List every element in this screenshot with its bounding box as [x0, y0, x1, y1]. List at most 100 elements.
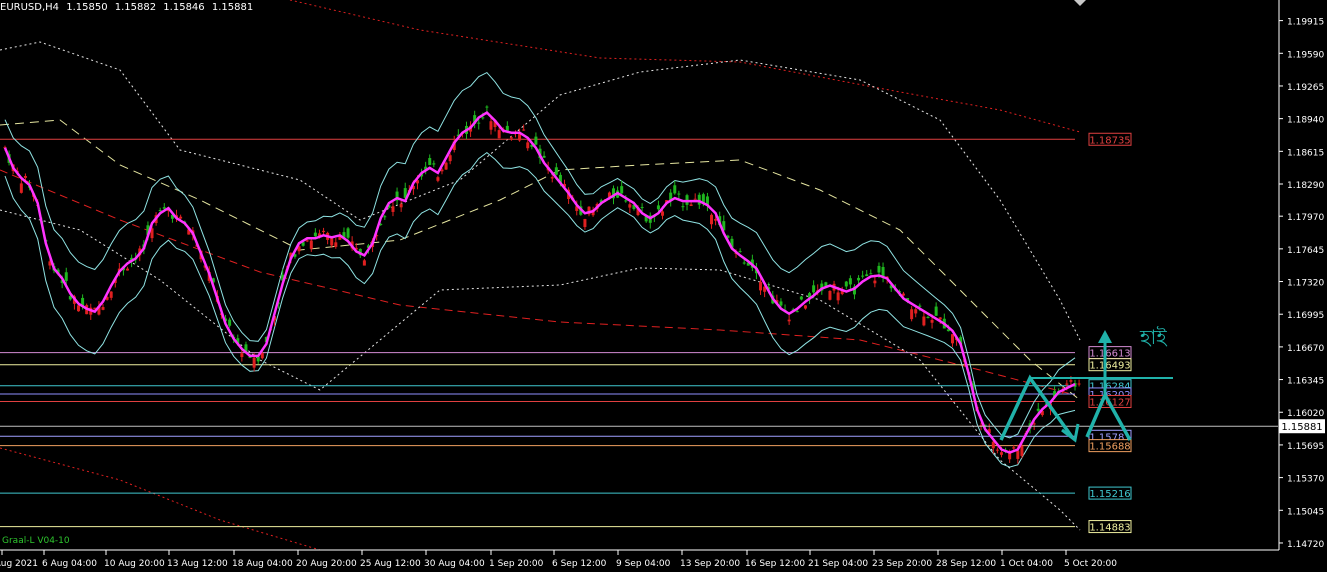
x-tick-label: 28 Sep 12:00: [936, 559, 996, 569]
candle-body: [877, 265, 881, 273]
candle-body: [485, 106, 489, 108]
x-tick-label: 6 Aug 04:00: [42, 559, 97, 569]
candle-body: [346, 228, 350, 238]
up-arrow-icon: [1098, 330, 1112, 343]
candle-body: [844, 281, 848, 287]
y-tick-label: 1.15045: [1287, 507, 1324, 517]
candle-body: [861, 275, 865, 277]
y-tick-label: 1.19265: [1287, 83, 1324, 93]
candle-body: [481, 117, 485, 119]
candle-body: [228, 319, 232, 326]
candle-body: [256, 356, 260, 362]
x-tick-label: 10 Aug 20:00: [104, 559, 165, 569]
candle-body: [305, 240, 309, 242]
candle-body: [918, 305, 922, 307]
y-tick-label: 1.19915: [1287, 18, 1324, 28]
candle-body: [628, 204, 632, 208]
candle-body: [873, 280, 877, 284]
chart-canvas[interactable]: 1.187351.166131.164931.162841.162021.161…: [0, 0, 1327, 572]
y-tick-label: 1.18290: [1287, 181, 1324, 191]
y-tick-label: 1.16020: [1287, 409, 1324, 419]
candle-body: [995, 449, 999, 451]
y-tick-label: 1.18940: [1287, 116, 1324, 126]
candle-body: [661, 211, 665, 216]
candle-body: [640, 206, 644, 208]
price-chart[interactable]: 1.187351.166131.164931.162841.162021.161…: [0, 0, 1327, 572]
candle-body: [534, 136, 538, 145]
x-tick-label: 1 Oct 04:00: [1000, 559, 1053, 569]
symbol-label: EURUSD,H4: [0, 2, 60, 13]
candle-body: [795, 311, 799, 313]
candle-body: [656, 205, 660, 210]
candle-body: [1077, 383, 1081, 385]
candle-body: [509, 137, 513, 139]
y-tick-label: 1.14720: [1287, 540, 1324, 550]
candle-body: [489, 121, 493, 130]
chevron-down-icon[interactable]: [1074, 0, 1086, 6]
y-tick-label: 1.15695: [1287, 442, 1324, 452]
candle-body: [19, 183, 23, 193]
candle-body: [448, 155, 452, 162]
candle-body: [126, 268, 130, 271]
candle-body: [1020, 446, 1024, 456]
candle-body: [334, 242, 338, 247]
candle-body: [162, 207, 166, 209]
candle-body: [624, 200, 628, 202]
candle-body: [309, 240, 313, 249]
x-tick-label: 9 Sep 04:00: [616, 559, 671, 569]
candle-body: [836, 292, 840, 301]
upper-band: [4, 71, 1076, 439]
candle-body: [313, 232, 317, 237]
candle-body: [383, 216, 387, 218]
x-tick-label: 13 Sep 20:00: [680, 559, 740, 569]
candle-body: [64, 272, 68, 281]
price-level-label: 1.15688: [1089, 442, 1130, 453]
candle-body: [681, 206, 685, 208]
zigzag-annotation: [999, 374, 1074, 441]
price-level-label: 1.14883: [1089, 523, 1130, 534]
y-tick-label: 1.17645: [1287, 246, 1324, 256]
current-price-label: 1.15881: [1281, 422, 1322, 433]
candle-body: [865, 274, 869, 277]
open-value: 1.15850: [66, 2, 108, 13]
x-tick-label: 6 Sep 12:00: [552, 559, 607, 569]
y-tick-label: 1.16345: [1287, 377, 1324, 387]
x-tick-label: 21 Sep 04:00: [808, 559, 868, 569]
candle-body: [436, 177, 440, 181]
candle-body: [526, 142, 530, 149]
price-level-label: 1.18735: [1089, 135, 1130, 146]
upper-trend-line: [289, 0, 1081, 133]
candle-body: [999, 452, 1003, 455]
price-level-label: 1.15216: [1089, 489, 1130, 500]
x-tick-label: 20 Aug 20:00: [296, 559, 357, 569]
candle-body: [1016, 450, 1020, 459]
candle-body: [930, 319, 934, 323]
candle-body: [710, 214, 714, 225]
candle-body: [240, 353, 244, 358]
candle-body: [260, 353, 264, 359]
slow-moving-average: [0, 169, 1076, 396]
candle-body: [1065, 383, 1069, 385]
price-level-label: 1.16493: [1089, 361, 1130, 372]
x-tick-label: 30 Aug 04:00: [424, 559, 485, 569]
candle-body: [759, 281, 763, 291]
x-tick-label: 25 Aug 12:00: [360, 559, 421, 569]
price-level-label: 1.16613: [1089, 349, 1130, 360]
candle-body: [828, 290, 832, 300]
candle-body: [922, 316, 926, 326]
candle-body: [938, 317, 942, 320]
x-tick-label: 23 Sep 20:00: [872, 559, 932, 569]
candle-body: [677, 193, 681, 195]
candle-body: [179, 216, 183, 219]
candle-body: [252, 357, 256, 368]
high-value: 1.15882: [114, 2, 157, 13]
y-tick-label: 1.17320: [1287, 279, 1324, 289]
candle-body: [693, 198, 697, 200]
y-tick-label: 1.16670: [1287, 344, 1324, 354]
candle-body: [497, 130, 501, 139]
candle-body: [1036, 408, 1040, 411]
candle-body: [101, 307, 105, 310]
candle-body: [391, 206, 395, 212]
candle-body: [444, 162, 448, 170]
x-tick-label: 4 Aug 2021: [0, 559, 38, 569]
